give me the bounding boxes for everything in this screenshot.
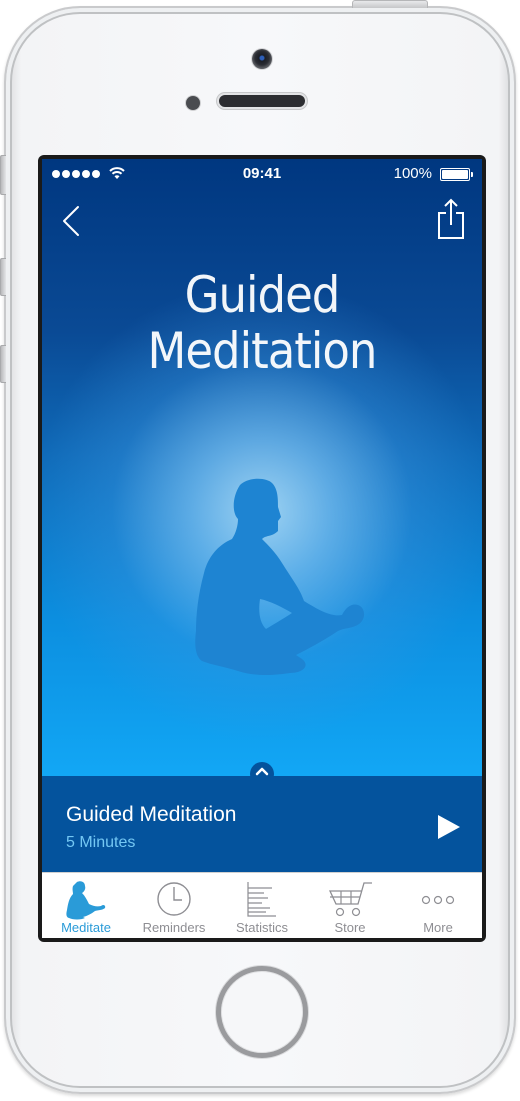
title-line-1: Guided	[184, 266, 341, 324]
sleep-wake-button[interactable]	[352, 0, 428, 8]
tab-label: Store	[334, 920, 366, 935]
play-icon	[438, 815, 460, 839]
statistics-icon	[247, 882, 276, 917]
tab-store[interactable]: Store	[306, 873, 394, 938]
proximity-sensor	[186, 96, 200, 110]
share-icon	[438, 198, 464, 239]
meditate-icon	[66, 881, 106, 920]
volume-down-button[interactable]	[0, 345, 6, 383]
tab-bar: Meditate Reminders Statistics Store More	[42, 872, 482, 938]
status-bar: 09:41 100%	[42, 159, 482, 191]
session-duration: 5 Minutes	[66, 834, 136, 851]
screen: 09:41 100% Guided Meditation Guided Medi…	[38, 155, 486, 942]
page-title: Guided Meditation	[42, 267, 482, 379]
hero-background	[42, 159, 482, 776]
play-button[interactable]	[436, 813, 462, 841]
chevron-up-icon	[255, 767, 269, 776]
tab-statistics[interactable]: Statistics	[218, 873, 306, 938]
now-playing-bar[interactable]: Guided Meditation 5 Minutes	[42, 776, 482, 872]
tab-label: Reminders	[142, 920, 206, 935]
mute-switch[interactable]	[0, 155, 6, 195]
home-button[interactable]	[216, 966, 308, 1058]
tab-more[interactable]: More	[394, 873, 482, 938]
meditating-person-illustration	[195, 478, 365, 675]
back-button[interactable]	[58, 201, 84, 241]
volume-up-button[interactable]	[0, 258, 6, 296]
share-button[interactable]	[436, 197, 466, 241]
more-icon	[421, 895, 455, 905]
tab-reminders[interactable]: Reminders	[130, 873, 218, 938]
front-camera	[252, 49, 272, 69]
tab-label: Statistics	[235, 920, 288, 935]
battery-icon	[440, 168, 473, 181]
tab-label: More	[423, 920, 453, 935]
app-display: 09:41 100% Guided Meditation Guided Medi…	[42, 159, 482, 938]
earpiece-speaker	[219, 95, 305, 107]
title-line-2: Meditation	[147, 322, 378, 380]
tab-meditate[interactable]: Meditate	[42, 873, 130, 938]
tab-label: Meditate	[61, 920, 111, 935]
battery-percentage: 100%	[393, 165, 432, 182]
chevron-left-icon	[63, 206, 79, 236]
session-title: Guided Meditation	[66, 803, 237, 826]
cart-icon	[328, 882, 372, 917]
clock-icon	[157, 882, 191, 916]
